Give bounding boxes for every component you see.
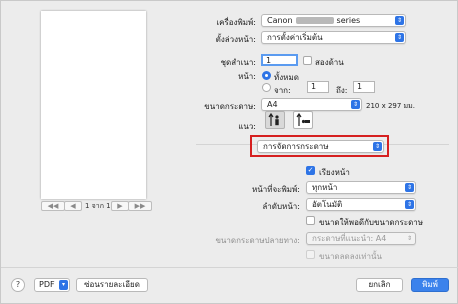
printer-select[interactable]: Canon series ⇕ — [261, 14, 406, 27]
presets-value: การตั้งค่าเริ่มต้น — [267, 33, 323, 42]
scale-down-only-checkbox[interactable] — [306, 250, 315, 259]
portrait-orientation-button[interactable] — [265, 111, 285, 129]
print-button[interactable]: พิมพ์ — [411, 278, 449, 292]
footer-divider — [1, 267, 458, 268]
copies-input[interactable]: 1 — [261, 54, 298, 66]
last-page-button[interactable]: ▶▶ — [128, 201, 152, 211]
paper-size-label: ขนาดกระดาษ: — [204, 102, 256, 111]
pages-from-label: จาก: — [274, 86, 291, 95]
annotation-highlight-box — [250, 135, 389, 157]
help-button[interactable]: ? — [11, 278, 25, 292]
printer-model-redacted — [295, 17, 334, 24]
copies-label: ชุดสำเนา: — [220, 58, 256, 67]
printer-name-suffix: series — [336, 16, 361, 25]
help-icon: ? — [15, 280, 21, 289]
page-order-value: อัตโนมัติ — [312, 200, 343, 209]
up-down-chevron-icon: ⇕ — [405, 183, 414, 192]
up-down-chevron-icon: ⇕ — [406, 235, 413, 242]
pdf-menu-button[interactable]: PDF ▾ — [34, 278, 70, 292]
page-order-select[interactable]: อัตโนมัติ ⇕ — [306, 198, 416, 211]
scale-to-fit-checkbox[interactable] — [306, 216, 315, 225]
two-sided-label: สองด้าน — [315, 58, 344, 67]
up-down-chevron-icon: ⇕ — [405, 200, 414, 209]
destination-paper-select[interactable]: กระดาษที่แนะนำ: A4 ⇕ — [306, 232, 416, 245]
pages-to-print-select[interactable]: ทุกหน้า ⇕ — [306, 181, 416, 194]
chevron-down-icon: ▾ — [59, 280, 68, 290]
first-page-button[interactable]: ◀◀ — [41, 201, 65, 211]
paper-dimensions: 210 x 297 มม. — [366, 102, 415, 110]
pages-from-input[interactable]: 1 — [307, 81, 329, 93]
presets-label: ตั้งล่วงหน้า: — [215, 35, 256, 44]
pages-to-label: ถึง: — [336, 86, 348, 95]
pages-all-label: ทั้งหมด — [274, 73, 299, 82]
first-page-icon: ◀◀ — [47, 202, 59, 210]
pages-label: หน้า: — [238, 72, 256, 81]
pages-to-print-value: ทุกหน้า — [312, 183, 338, 192]
cancel-button[interactable]: ยกเลิก — [356, 278, 403, 292]
up-down-chevron-icon: ⇕ — [395, 33, 404, 42]
orientation-label: แนว: — [238, 122, 256, 131]
collate-checkbox[interactable]: ✓ — [306, 166, 315, 175]
presets-select[interactable]: การตั้งค่าเริ่มต้น ⇕ — [261, 31, 406, 44]
scale-down-only-label: ขนาดลดลงเท่านั้น — [319, 252, 382, 261]
paper-size-value: A4 — [267, 100, 278, 109]
landscape-orientation-button[interactable] — [293, 111, 313, 129]
pages-to-print-label: หน้าที่จะพิมพ์: — [251, 185, 300, 194]
collate-label: เรียงหน้า — [319, 168, 350, 177]
page-preview — [41, 11, 146, 199]
pages-all-radio[interactable] — [262, 71, 271, 80]
pages-to-input[interactable]: 1 — [353, 81, 375, 93]
landscape-orientation-icon — [296, 112, 310, 126]
pdf-label: PDF — [39, 280, 55, 289]
two-sided-checkbox[interactable] — [303, 56, 312, 65]
previous-page-button[interactable]: ◀ — [64, 201, 82, 211]
scale-to-fit-label: ขนาดให้พอดีกับขนาดกระดาษ — [319, 218, 424, 227]
destination-paper-value: กระดาษที่แนะนำ: A4 — [312, 234, 387, 243]
up-down-chevron-icon: ⇕ — [395, 16, 404, 25]
destination-paper-label: ขนาดกระดาษปลายทาง: — [215, 236, 300, 245]
paper-size-select[interactable]: A4 ⇕ — [261, 98, 362, 111]
page-order-label: ลำดับหน้า: — [262, 202, 300, 211]
previous-page-icon: ◀ — [70, 202, 76, 210]
portrait-orientation-icon — [268, 112, 279, 126]
printer-name-prefix: Canon — [267, 16, 293, 25]
next-page-button[interactable]: ▶ — [111, 201, 129, 211]
print-dialog: ◀◀ ◀ 1 จาก 1 ▶ ▶▶ เครื่องพิมพ์: Canon ser… — [0, 0, 458, 304]
page-indicator: 1 จาก 1 — [85, 202, 111, 210]
up-down-chevron-icon: ⇕ — [351, 100, 360, 109]
hide-details-button[interactable]: ซ่อนรายละเอียด — [76, 278, 148, 292]
next-page-icon: ▶ — [117, 202, 123, 210]
last-page-icon: ▶▶ — [134, 202, 146, 210]
printer-label: เครื่องพิมพ์: — [216, 18, 256, 27]
pages-range-radio[interactable] — [262, 83, 271, 92]
